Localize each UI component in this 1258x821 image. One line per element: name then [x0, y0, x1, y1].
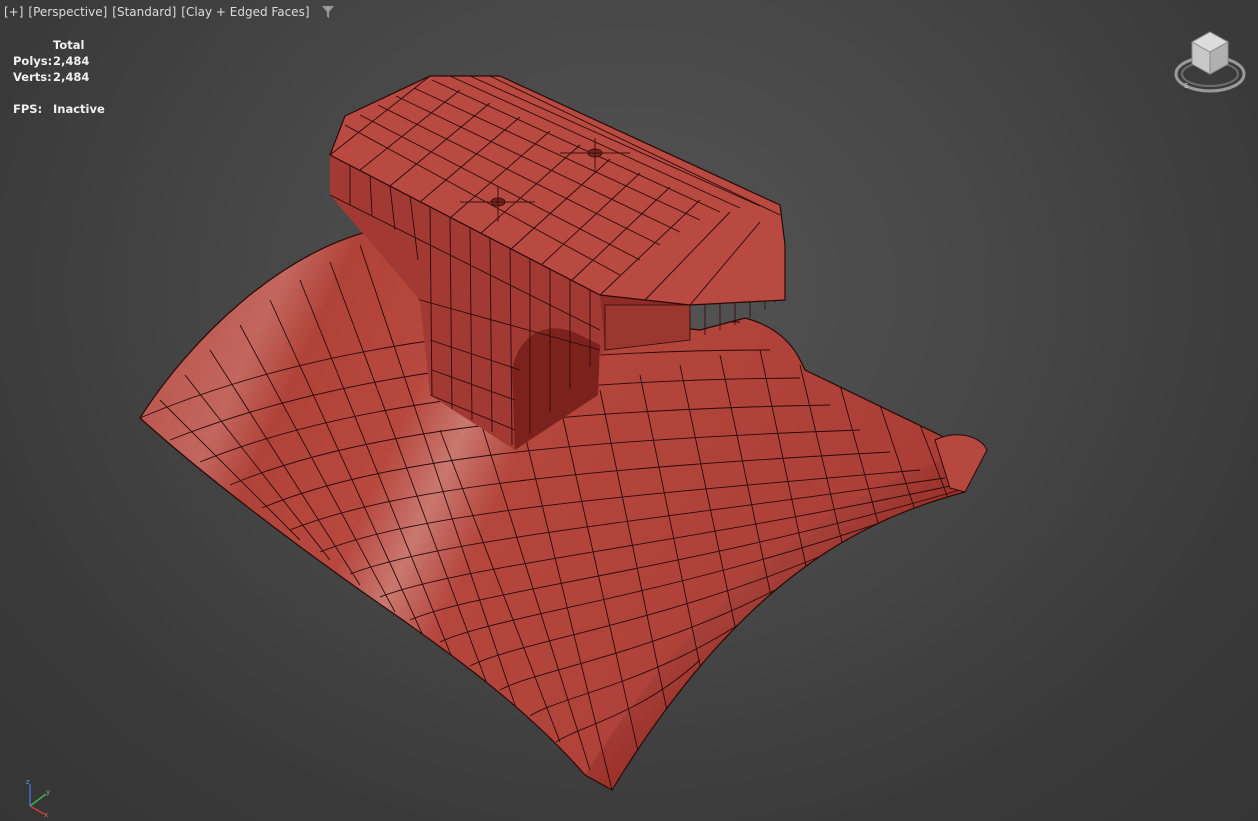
axis-y-label: y [46, 788, 50, 796]
axis-z-label: z [26, 778, 30, 786]
viewport-3d-scene[interactable] [0, 0, 1258, 821]
viewcube-icon[interactable]: S [1172, 30, 1248, 96]
axis-x-label: x [44, 811, 48, 818]
svg-text:S: S [1184, 82, 1189, 90]
axis-tripod-icon: z y x [26, 778, 50, 818]
